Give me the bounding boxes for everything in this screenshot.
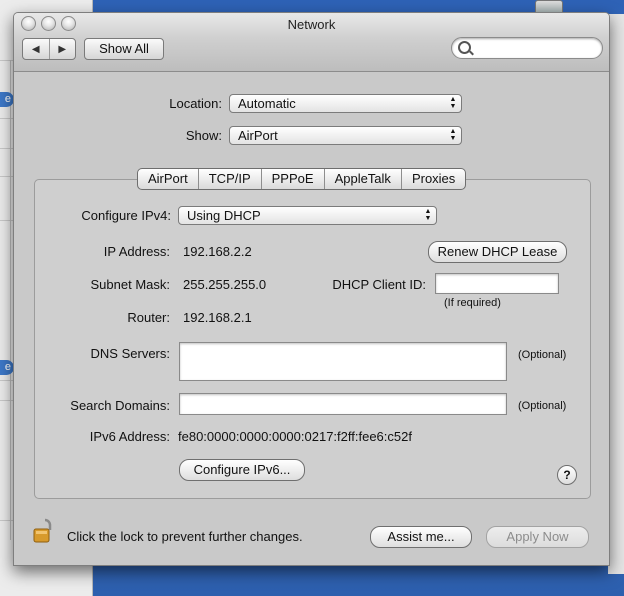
- background-divider: [10, 60, 11, 540]
- ipv6-address-value: fe80:0000:0000:0000:0217:f2ff:fee6:c52f: [178, 429, 412, 444]
- search-icon: [458, 41, 471, 54]
- subnet-mask-value: 255.255.255.0: [183, 277, 267, 292]
- lock-icon[interactable]: [33, 518, 55, 544]
- dhcp-client-id-field[interactable]: [435, 273, 559, 294]
- back-arrow-icon[interactable]: ◀: [23, 39, 50, 59]
- show-all-button[interactable]: Show All: [84, 38, 164, 60]
- tab-panel: [34, 179, 591, 499]
- background-window-edge: [608, 14, 624, 574]
- forward-arrow-icon[interactable]: ▶: [50, 39, 76, 59]
- background-tab[interactable]: e: [0, 360, 14, 375]
- location-value: Automatic: [238, 96, 296, 111]
- router-label: Router:: [127, 310, 170, 325]
- dhcp-client-id-label: DHCP Client ID:: [332, 277, 426, 292]
- configure-ipv4-value: Using DHCP: [187, 208, 261, 223]
- tab-appletalk[interactable]: AppleTalk: [325, 169, 402, 189]
- title-bar: Network ◀ ▶ Show All: [14, 13, 609, 72]
- subnet-mask-label: Subnet Mask:: [90, 277, 171, 292]
- lock-message: Click the lock to prevent further change…: [67, 529, 303, 544]
- show-popup[interactable]: AirPort ▲ ▼: [229, 126, 462, 145]
- window-title: Network: [287, 17, 336, 32]
- tab-airport[interactable]: AirPort: [138, 169, 199, 189]
- popup-arrows-icon: ▲ ▼: [449, 96, 457, 110]
- configure-ipv4-popup[interactable]: Using DHCP ▲ ▼: [178, 206, 437, 225]
- if-required-note: (If required): [444, 297, 501, 309]
- configure-ipv6-button[interactable]: Configure IPv6...: [179, 459, 305, 481]
- dns-servers-field[interactable]: [179, 342, 507, 381]
- location-label: Location:: [169, 96, 222, 111]
- tab-pppoe[interactable]: PPPoE: [262, 169, 325, 189]
- renew-dhcp-lease-button[interactable]: Renew DHCP Lease: [428, 241, 567, 263]
- dns-servers-label: DNS Servers:: [90, 346, 170, 361]
- show-value: AirPort: [238, 128, 278, 143]
- ip-address-value: 192.168.2.2: [183, 244, 252, 259]
- search-domains-optional-note: (Optional): [518, 400, 567, 412]
- tab-proxies[interactable]: Proxies: [402, 169, 465, 189]
- show-label: Show:: [185, 128, 222, 143]
- navigation-buttons: ◀ ▶: [22, 38, 76, 60]
- configure-ipv4-label: Configure IPv4:: [81, 208, 171, 223]
- popup-arrows-icon: ▲ ▼: [424, 208, 432, 222]
- help-icon[interactable]: ?: [557, 465, 577, 485]
- network-preferences-window: Network ◀ ▶ Show All Location: Automatic…: [13, 12, 610, 566]
- ip-address-label: IP Address:: [103, 244, 170, 259]
- apply-now-button[interactable]: Apply Now: [486, 526, 589, 548]
- search-domains-field[interactable]: [179, 393, 507, 415]
- router-value: 192.168.2.1: [183, 310, 252, 325]
- assist-me-button[interactable]: Assist me...: [370, 526, 472, 548]
- search-field[interactable]: [451, 37, 603, 59]
- search-domains-label: Search Domains:: [70, 398, 170, 413]
- location-popup[interactable]: Automatic ▲ ▼: [229, 94, 462, 113]
- tab-bar: AirPort TCP/IP PPPoE AppleTalk Proxies: [137, 168, 467, 190]
- dns-optional-note: (Optional): [518, 349, 567, 361]
- ipv6-address-label: IPv6 Address:: [89, 429, 170, 444]
- popup-arrows-icon: ▲ ▼: [449, 128, 457, 142]
- background-tab[interactable]: e: [0, 92, 14, 107]
- tab-tcpip[interactable]: TCP/IP: [199, 169, 262, 189]
